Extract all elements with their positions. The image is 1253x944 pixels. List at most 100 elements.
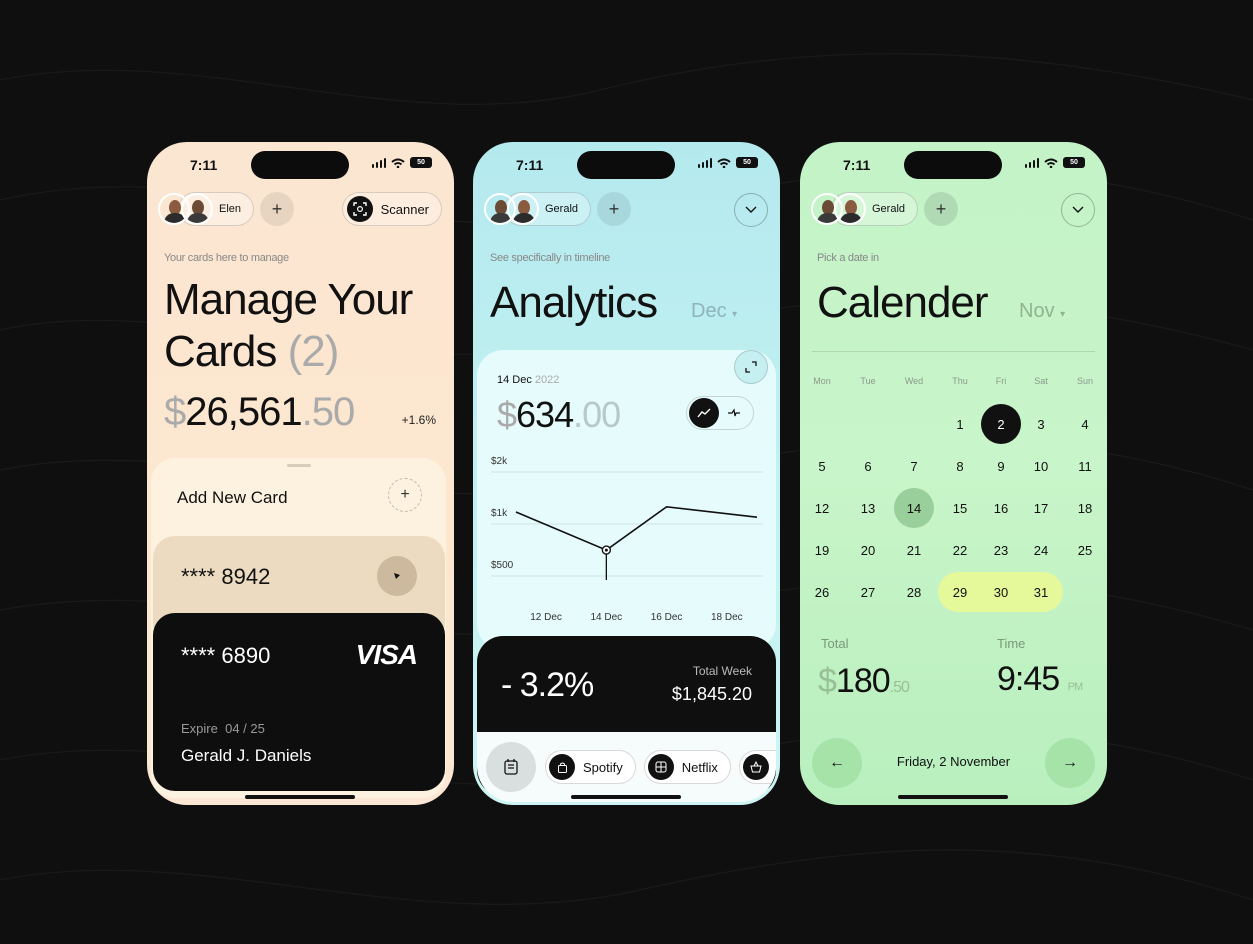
calendar-day[interactable]: 25 — [1065, 530, 1105, 570]
chevron-down-icon — [1072, 206, 1084, 213]
visa-logo: VISA — [355, 639, 418, 670]
calendar-day[interactable]: 18 — [1065, 488, 1105, 528]
status-time: 7:11 — [843, 157, 871, 173]
calendar-day-marked[interactable]: 14 — [894, 488, 934, 528]
add-user-button[interactable]: + — [924, 192, 959, 226]
status-icons: 50 — [697, 157, 758, 168]
bag-icon — [549, 754, 575, 780]
signal-icon — [371, 157, 386, 168]
prev-day-button[interactable]: ← — [812, 738, 862, 788]
line-chart-icon[interactable] — [689, 398, 719, 428]
series-line — [515, 505, 758, 551]
add-user-button[interactable]: + — [260, 192, 295, 226]
calendar-day[interactable]: 20 — [848, 530, 888, 570]
calendar-day[interactable]: 31 — [1021, 572, 1061, 612]
chip-label: Spotify — [583, 759, 623, 775]
card-holder: Gerald J. Daniels — [181, 746, 312, 765]
dropdown-button[interactable] — [1061, 193, 1095, 227]
calendar-day[interactable]: 22 — [940, 530, 980, 570]
cards-phone: 7:11 50 Elen + Scanner Your cards here t… — [147, 142, 454, 805]
calendar-day[interactable]: 10 — [1021, 446, 1061, 486]
add-card-label[interactable]: Add New Card — [177, 488, 288, 508]
user-group[interactable]: Gerald + — [811, 192, 959, 226]
calendar-day[interactable]: 26 — [802, 572, 842, 612]
user-group[interactable]: Gerald + — [484, 192, 632, 226]
sheet-handle[interactable] — [287, 464, 311, 467]
next-day-button[interactable]: → — [1045, 738, 1095, 788]
home-indicator — [898, 795, 1008, 799]
weekday-label: Sun — [1076, 376, 1093, 386]
weekday-label: Fri — [995, 376, 1007, 386]
arrow-right-icon: → — [1062, 754, 1078, 771]
chart-date-day: 14 Dec — [497, 374, 532, 386]
amount-currency: $ — [497, 394, 517, 435]
calendar-day[interactable]: 28 — [894, 572, 934, 612]
calendar-day[interactable]: 4 — [1065, 404, 1105, 444]
calendar-day[interactable]: 8 — [940, 446, 980, 486]
divider — [812, 351, 1095, 352]
card-menu-button[interactable] — [377, 556, 417, 596]
chip-spotify[interactable]: Spotify — [545, 750, 636, 784]
calendar-day[interactable]: 3 — [1021, 404, 1061, 444]
add-user-button[interactable]: + — [597, 192, 632, 226]
calendar-day[interactable]: 16 — [981, 488, 1021, 528]
calendar-day[interactable]: 29 — [940, 572, 980, 612]
pulse-chart-icon[interactable] — [719, 398, 749, 428]
scanner-label: Scanner — [380, 201, 429, 217]
signal-icon — [697, 157, 712, 168]
week-total-label: Total Week — [692, 664, 752, 678]
calendar-day[interactable]: 30 — [981, 572, 1021, 612]
subscription-bar: Spotify Netflix E — [477, 732, 776, 802]
scanner-button[interactable]: Scanner — [341, 192, 442, 226]
total-label: Total — [821, 636, 849, 651]
calendar-day[interactable]: 21 — [894, 530, 934, 570]
calendar-day[interactable]: 7 — [894, 446, 934, 486]
analytics-subtitle: See specifically in timeline — [490, 252, 610, 264]
month-select[interactable]: Nov ▾ — [1019, 300, 1065, 323]
weekday-label: Tue — [860, 376, 876, 386]
status-time: 7:11 — [190, 157, 218, 173]
user-chip[interactable]: Gerald — [504, 192, 592, 226]
expand-icon — [745, 361, 757, 373]
user-group[interactable]: Elen + — [158, 192, 295, 226]
receipt-button[interactable] — [486, 742, 536, 792]
calendar-phone: 7:11 50 Gerald + Pick a date in Calender… — [800, 142, 1107, 805]
calendar-day[interactable]: 5 — [802, 446, 842, 486]
calendar-day[interactable]: 23 — [981, 530, 1021, 570]
dropdown-button[interactable] — [734, 193, 768, 227]
calendar-day[interactable]: 19 — [802, 530, 842, 570]
balance-change: +1.6% — [401, 413, 436, 427]
card-6890[interactable]: **** 6890 VISA Expire 04 / 25 Gerald J. … — [153, 613, 445, 791]
calendar-day[interactable]: 15 — [940, 488, 980, 528]
calendar-day[interactable]: 6 — [848, 446, 888, 486]
calendar-day[interactable]: 27 — [848, 572, 888, 612]
expand-button[interactable] — [734, 350, 768, 384]
add-card-button[interactable]: + — [388, 478, 422, 512]
balance-cents: .50 — [301, 390, 356, 434]
calendar-day[interactable]: 24 — [1021, 530, 1061, 570]
calendar-day[interactable]: 11 — [1065, 446, 1105, 486]
chip-basket[interactable]: E — [738, 750, 776, 784]
receipt-icon — [504, 759, 518, 775]
user-chip-name: Elen — [219, 203, 242, 215]
chart-type-toggle[interactable] — [686, 396, 754, 430]
card-expire: Expire 04 / 25 — [181, 721, 265, 736]
dynamic-island — [251, 151, 349, 179]
chip-netflix[interactable]: Netflix — [643, 750, 731, 784]
expire-label: Expire — [181, 721, 218, 736]
calendar-day[interactable]: 9 — [981, 446, 1021, 486]
month-select[interactable]: Dec ▾ — [691, 300, 737, 323]
user-chip[interactable]: Elen — [178, 192, 255, 226]
chevron-down-icon — [394, 573, 400, 579]
balance-main: 26,561 — [185, 390, 302, 434]
calendar-day[interactable]: 13 — [848, 488, 888, 528]
user-chip[interactable]: Gerald — [831, 192, 919, 226]
x-tick-label: 16 Dec — [651, 612, 683, 623]
calendar-day-selected[interactable]: 2 — [981, 404, 1021, 444]
weekday-label: Thu — [952, 376, 968, 386]
calendar-day[interactable]: 1 — [940, 404, 980, 444]
calendar-day[interactable]: 12 — [802, 488, 842, 528]
calendar-day[interactable]: 17 — [1021, 488, 1061, 528]
battery-icon: 50 — [736, 157, 758, 168]
page-title: Calender — [817, 278, 989, 327]
